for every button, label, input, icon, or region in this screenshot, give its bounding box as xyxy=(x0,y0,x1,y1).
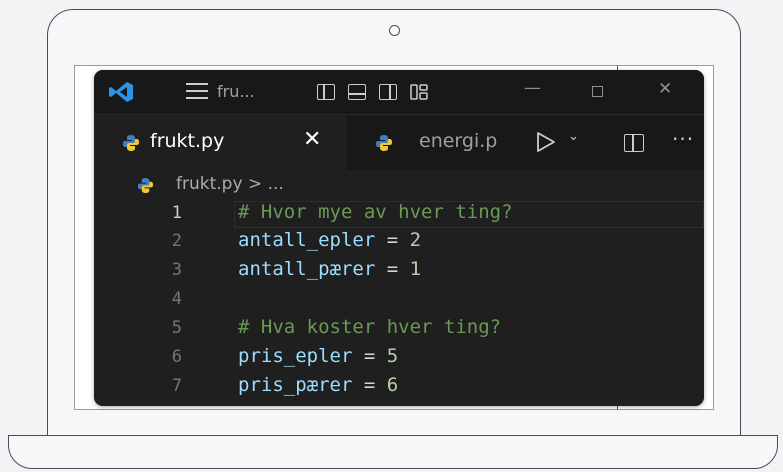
customize-layout-icon[interactable] xyxy=(410,84,428,100)
line-number: 1 xyxy=(171,203,182,223)
chevron-down-icon[interactable]: ⌄ xyxy=(568,129,579,144)
webcam-icon xyxy=(389,25,400,36)
split-editor-icon[interactable] xyxy=(624,134,644,152)
line-number: 6 xyxy=(171,347,182,367)
vscode-window: fru... — ✕ frukt.py ✕ energi.p ⌄ ··· fru… xyxy=(94,70,704,406)
code-line: 5 # Hva koster hver ting? xyxy=(94,316,704,345)
tab-energi[interactable]: energi.p xyxy=(347,115,527,171)
line-number: 2 xyxy=(171,231,182,251)
code-line: 2 antall_epler = 2 xyxy=(94,229,704,258)
code-variable: pris_epler xyxy=(238,345,353,367)
code-line: 6 pris_epler = 5 xyxy=(94,345,704,374)
breadcrumb-path[interactable]: frukt.py > ... xyxy=(176,174,284,194)
code-line: 3 antall_pærer = 1 xyxy=(94,258,704,287)
code-operator: = xyxy=(375,229,410,251)
code-operator: = xyxy=(375,258,410,280)
toggle-primary-sidebar-icon[interactable] xyxy=(317,84,335,100)
code-operator: = xyxy=(352,374,387,396)
line-number: 5 xyxy=(171,318,182,338)
tab-label: energi.p xyxy=(419,130,498,152)
more-actions-icon[interactable]: ··· xyxy=(672,127,694,151)
code-variable: pris_pærer xyxy=(238,374,353,396)
line-number: 3 xyxy=(171,260,182,280)
titlebar: fru... — ✕ xyxy=(94,70,704,114)
code-operator: = xyxy=(352,345,387,367)
code-line: 4 xyxy=(94,287,704,316)
code-comment: # Hva koster hver ting? xyxy=(238,316,502,338)
toggle-secondary-sidebar-icon[interactable] xyxy=(379,84,397,100)
menu-icon[interactable] xyxy=(186,83,208,104)
tab-close-button[interactable]: ✕ xyxy=(303,127,321,152)
code-comment: # Hvor mye av hver ting? xyxy=(238,201,513,223)
close-window-button[interactable]: ✕ xyxy=(658,79,672,99)
line-number: 4 xyxy=(171,289,182,309)
code-number: 6 xyxy=(386,374,399,396)
tab-bar: frukt.py ✕ energi.p ⌄ ··· xyxy=(94,114,704,171)
laptop-base xyxy=(8,435,778,469)
code-number: 2 xyxy=(409,229,422,251)
line-number: 7 xyxy=(171,376,182,396)
vscode-logo-icon[interactable] xyxy=(108,81,134,103)
tab-label: frukt.py xyxy=(150,130,225,152)
python-icon xyxy=(376,135,392,151)
code-line: 1 # Hvor mye av hver ting? xyxy=(94,201,704,230)
minimize-button[interactable]: — xyxy=(524,78,541,98)
code-line: 7 pris_pærer = 6 xyxy=(94,374,704,403)
python-icon xyxy=(123,135,139,151)
run-python-file-icon[interactable] xyxy=(534,130,558,154)
code-variable: antall_epler xyxy=(238,229,376,251)
code-editor[interactable]: 1 # Hvor mye av hver ting? 2 antall_eple… xyxy=(94,200,704,406)
maximize-button[interactable] xyxy=(592,86,603,97)
code-number: 1 xyxy=(409,258,422,280)
tab-frukt[interactable]: frukt.py ✕ xyxy=(94,115,347,171)
breadcrumb: frukt.py > ... xyxy=(94,170,704,200)
toggle-panel-icon[interactable] xyxy=(348,84,366,100)
window-title: fru... xyxy=(217,82,255,101)
code-number: 5 xyxy=(386,345,399,367)
python-icon xyxy=(137,177,154,194)
code-variable: antall_pærer xyxy=(238,258,376,280)
